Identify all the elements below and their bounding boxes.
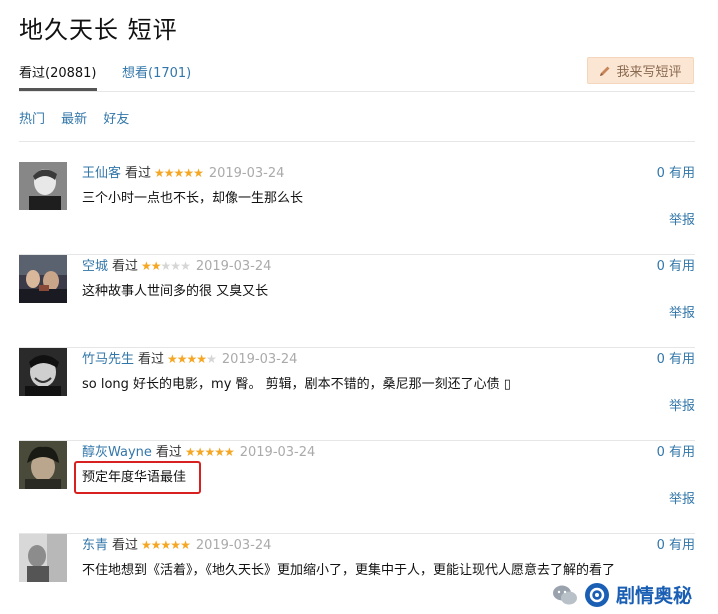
comment-item: 醇灰Wayne 看过 ★★★★★ 2019-03-24 0 有用 预定年度华语最佳 举… <box>19 441 695 534</box>
avatar[interactable] <box>19 441 67 489</box>
avatar[interactable] <box>19 534 67 582</box>
filter-bar: 热门 最新 好友 <box>19 108 141 127</box>
comment-date: 2019-03-24 <box>208 166 285 181</box>
comment-item: 空城 看过 ★★★★★ 2019-03-24 0 有用 这种故事人世间多的很 又臭又长… <box>19 255 695 348</box>
comment-date: 2019-03-24 <box>221 352 298 367</box>
watermark: 剧情奥秘 <box>545 579 698 610</box>
comment-text: 不住地想到《活着》，《地久天长》更加缩小了，更集中于人，更能让现代人愿意去了解的… <box>82 563 616 578</box>
report-link[interactable]: 举报 <box>669 302 695 321</box>
username[interactable]: 空城 <box>82 259 108 274</box>
write-review-button[interactable]: 我来写短评 <box>587 57 694 84</box>
comment-date: 2019-03-24 <box>195 538 272 553</box>
avatar[interactable] <box>19 162 67 210</box>
write-review-label: 我来写短评 <box>616 65 682 80</box>
comment-date: 2019-03-24 <box>195 259 272 274</box>
useful-vote[interactable]: 0 有用 <box>657 534 695 553</box>
comment-text: 三个小时一点也不长，却像一生那么长 <box>82 191 304 206</box>
report-link[interactable]: 举报 <box>669 488 695 507</box>
filter-latest[interactable]: 最新 <box>61 112 87 127</box>
comment-item: 王仙客 看过 ★★★★★ 2019-03-24 0 有用 三个小时一点也不长，却像一生… <box>19 162 695 255</box>
filter-hot[interactable]: 热门 <box>19 112 45 127</box>
watermark-text: 剧情奥秘 <box>615 585 692 607</box>
logo-icon <box>584 582 609 607</box>
comment-meta: 王仙客 看过 ★★★★★ 2019-03-24 <box>82 162 284 181</box>
useful-vote[interactable]: 0 有用 <box>657 441 695 460</box>
tab-want-to-see[interactable]: 想看(1701) <box>122 62 191 81</box>
rating-stars: ★★★★★ <box>167 352 217 366</box>
useful-vote[interactable]: 0 有用 <box>657 162 695 181</box>
watch-status: 看过 <box>138 352 165 367</box>
watch-status: 看过 <box>112 259 139 274</box>
comment-date: 2019-03-24 <box>239 445 316 460</box>
report-link[interactable]: 举报 <box>669 209 695 228</box>
comment-text: so long 好长的电影，my 臀。 剪辑，剧本不错的，桑尼那一刻还了心债 ▯ <box>82 377 511 392</box>
comment-item: 竹马先生 看过 ★★★★★ 2019-03-24 0 有用 so long 好长的电影… <box>19 348 695 441</box>
comment-text: 这种故事人世间多的很 又臭又长 <box>82 284 269 299</box>
comment-meta: 竹马先生 看过 ★★★★★ 2019-03-24 <box>82 348 297 367</box>
rating-stars: ★★★★★ <box>141 259 191 273</box>
rating-stars: ★★★★★ <box>154 166 204 180</box>
filter-friends[interactable]: 好友 <box>103 112 129 127</box>
username[interactable]: 竹马先生 <box>82 352 134 367</box>
watch-status: 看过 <box>155 445 182 460</box>
wechat-icon <box>552 585 577 604</box>
watch-status: 看过 <box>125 166 152 181</box>
report-link[interactable]: 举报 <box>669 395 695 414</box>
avatar[interactable] <box>19 255 67 303</box>
rating-stars: ★★★★★ <box>141 538 191 552</box>
useful-vote[interactable]: 0 有用 <box>657 348 695 367</box>
comment-meta: 醇灰Wayne 看过 ★★★★★ 2019-03-24 <box>82 441 315 460</box>
rating-stars: ★★★★★ <box>184 445 235 459</box>
comment-meta: 空城 看过 ★★★★★ 2019-03-24 <box>82 255 271 274</box>
comment-meta: 东青 看过 ★★★★★ 2019-03-24 <box>82 534 271 553</box>
page-title: 地久天长 短评 <box>19 16 178 44</box>
avatar[interactable] <box>19 348 67 396</box>
username[interactable]: 东青 <box>82 538 108 553</box>
pencil-icon <box>600 66 610 76</box>
useful-vote[interactable]: 0 有用 <box>657 255 695 274</box>
username[interactable]: 醇灰Wayne <box>82 445 152 460</box>
username[interactable]: 王仙客 <box>82 166 121 181</box>
comment-text: 预定年度华语最佳 <box>82 470 187 485</box>
watch-status: 看过 <box>112 538 139 553</box>
divider <box>19 141 695 142</box>
tab-seen[interactable]: 看过(20881) <box>19 62 97 91</box>
